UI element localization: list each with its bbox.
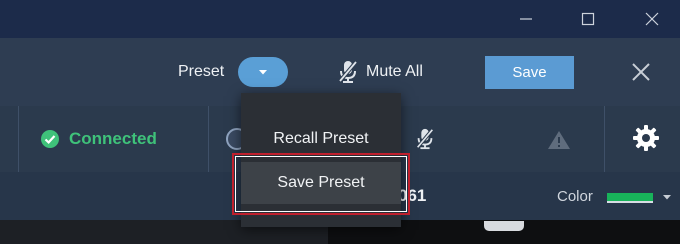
chevron-down-icon[interactable] [662, 194, 672, 201]
divider [604, 106, 605, 172]
channel-name: 061 [398, 186, 427, 205]
color-label: Color [557, 188, 593, 205]
minimize-icon[interactable] [504, 6, 548, 32]
mute-all-button[interactable]: Mute All [336, 55, 423, 89]
warning-icon[interactable] [547, 130, 571, 155]
preset-menu: Recall Preset Save Preset [241, 93, 401, 227]
menu-item-recall-preset[interactable]: Recall Preset [241, 118, 401, 160]
check-circle-icon [41, 130, 59, 148]
connection-status: Connected [40, 129, 157, 149]
close-icon[interactable] [626, 57, 656, 87]
menu-item-save-preset[interactable]: Save Preset [241, 162, 401, 204]
window-close-icon[interactable] [630, 6, 674, 32]
divider [208, 106, 209, 172]
gear-icon[interactable] [632, 124, 660, 157]
preset-label: Preset [178, 63, 225, 80]
connected-label: Connected [69, 129, 157, 148]
save-button[interactable]: Save [485, 56, 574, 89]
fader-cap[interactable] [484, 221, 524, 231]
preset-dropdown-button[interactable] [238, 57, 288, 87]
color-swatch[interactable] [607, 193, 653, 203]
mic-muted-icon [338, 60, 358, 83]
maximize-icon[interactable] [566, 6, 610, 32]
mic-muted-icon[interactable] [414, 127, 436, 156]
mute-all-label: Mute All [366, 63, 423, 80]
chevron-down-icon [259, 69, 267, 74]
divider [18, 106, 19, 172]
